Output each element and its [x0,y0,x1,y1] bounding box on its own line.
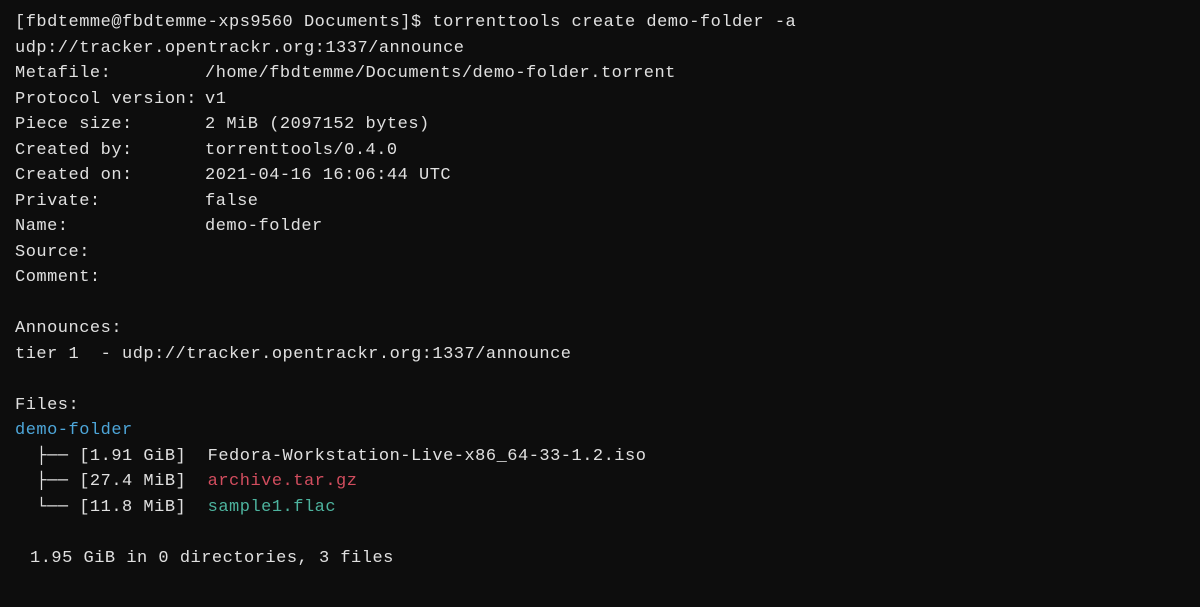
metafile-value: /home/fbdtemme/Documents/demo-folder.tor… [205,64,676,83]
created-on-value: 2021-04-16 16:06:44 UTC [205,166,451,185]
blank-line-1 [15,291,1185,317]
protocol-value: v1 [205,90,226,109]
created-by-label: Created by: [15,138,205,164]
created-on-line: Created on:2021-04-16 16:06:44 UTC [15,163,1185,189]
piece-size-value: 2 MiB (2097152 bytes) [205,115,430,134]
metafile-line: Metafile:/home/fbdtemme/Documents/demo-f… [15,61,1185,87]
summary-line: 1.95 GiB in 0 directories, 3 files [15,546,1185,572]
private-label: Private: [15,189,205,215]
tree-branch-icon: └── [15,498,79,517]
terminal-output: [fbdtemme@fbdtemme-xps9560 Documents]$ t… [15,10,1185,571]
file-tree: ├── [1.91 GiB] Fedora-Workstation-Live-x… [15,444,1185,521]
created-on-label: Created on: [15,163,205,189]
file-size: [1.91 GiB] [79,447,207,466]
file-name: archive.tar.gz [208,472,358,491]
tier-url: - udp://tracker.opentrackr.org:1337/anno… [101,345,572,364]
blank-line-3 [15,520,1185,546]
piece-size-label: Piece size: [15,112,205,138]
tier-label: tier 1 [15,345,79,364]
private-value: false [205,192,259,211]
blank-line-2 [15,367,1185,393]
source-line: Source: [15,240,1185,266]
protocol-label: Protocol version: [15,87,205,113]
source-label: Source: [15,240,205,266]
announce-tier-line: tier 1 - udp://tracker.opentrackr.org:13… [15,342,1185,368]
tree-branch-icon: ├── [15,447,79,466]
comment-line: Comment: [15,265,1185,291]
file-tree-item: ├── [27.4 MiB] archive.tar.gz [15,469,1185,495]
file-size: [27.4 MiB] [79,472,207,491]
piece-size-line: Piece size:2 MiB (2097152 bytes) [15,112,1185,138]
file-tree-item: ├── [1.91 GiB] Fedora-Workstation-Live-x… [15,444,1185,470]
created-by-line: Created by:torrenttools/0.4.0 [15,138,1185,164]
announces-header: Announces: [15,316,1185,342]
metafile-label: Metafile: [15,61,205,87]
name-line: Name:demo-folder [15,214,1185,240]
private-line: Private:false [15,189,1185,215]
shell-prompt: [fbdtemme@fbdtemme-xps9560 Documents]$ [15,13,422,32]
file-name: Fedora-Workstation-Live-x86_64-33-1.2.is… [208,447,647,466]
name-value: demo-folder [205,217,323,236]
file-size: [11.8 MiB] [79,498,207,517]
created-by-value: torrenttools/0.4.0 [205,141,398,160]
name-label: Name: [15,214,205,240]
protocol-line: Protocol version:v1 [15,87,1185,113]
file-tree-item: └── [11.8 MiB] sample1.flac [15,495,1185,521]
tree-branch-icon: ├── [15,472,79,491]
file-name: sample1.flac [208,498,336,517]
command-prompt-line: [fbdtemme@fbdtemme-xps9560 Documents]$ t… [15,10,1185,61]
comment-label: Comment: [15,265,205,291]
root-folder: demo-folder [15,418,1185,444]
files-header: Files: [15,393,1185,419]
